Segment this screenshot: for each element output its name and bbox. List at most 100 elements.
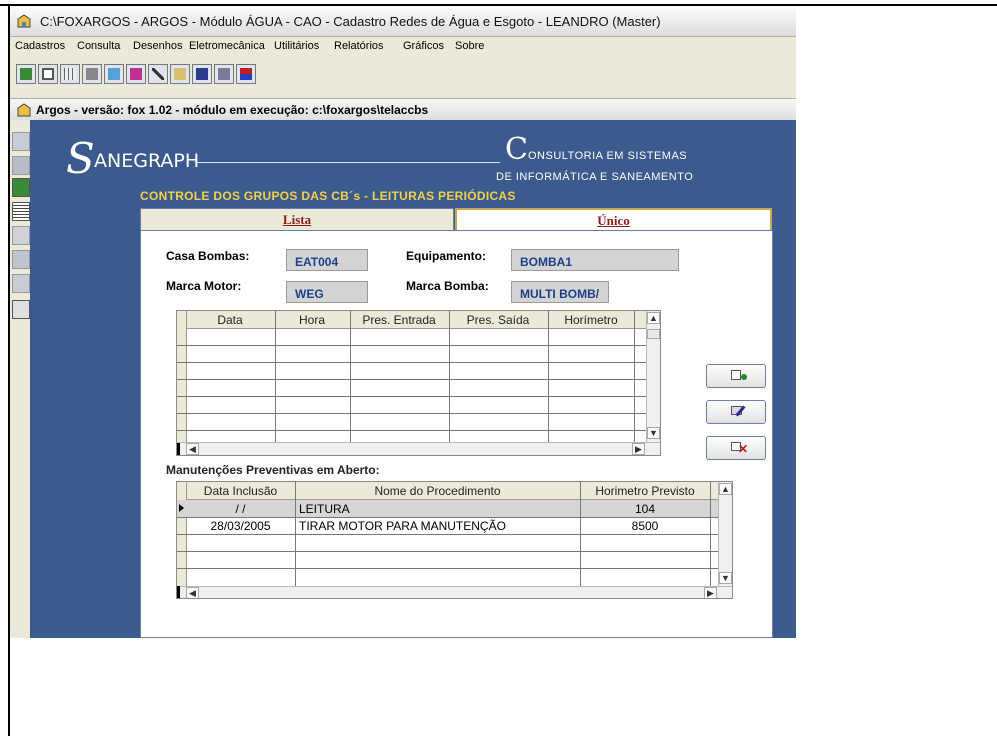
new-record-icon[interactable] bbox=[12, 132, 30, 151]
col-hora: Hora bbox=[298, 313, 325, 327]
maintenance-vertical-scrollbar[interactable]: ▲ ▼ bbox=[718, 482, 732, 587]
maintenance-grid-header: Data Inclusão Nome do Procedimento Horim… bbox=[177, 482, 718, 500]
edit-icon bbox=[86, 68, 98, 80]
equipamento-field[interactable]: BOMBA1 bbox=[511, 249, 679, 271]
scroll-left-button[interactable]: ◀ bbox=[186, 587, 199, 598]
maint-row-1-date: / / bbox=[235, 502, 246, 516]
menu-bar: Cadastros Consulta Desenhos Eletromecâni… bbox=[10, 37, 796, 55]
col-pres-saida: Pres. Saída bbox=[466, 313, 530, 327]
menu-graficos[interactable]: Gráficos bbox=[403, 40, 444, 52]
toolbar-copy-button[interactable] bbox=[170, 64, 190, 84]
scroll-up-button[interactable]: ▲ bbox=[719, 483, 732, 495]
casa-bombas-field[interactable]: EAT004 bbox=[286, 249, 368, 271]
version-info: Argos - versão: fox 1.02 - módulo em exe… bbox=[36, 103, 429, 117]
menu-utilitarios[interactable]: Utilitários bbox=[274, 40, 319, 52]
disk-icon[interactable] bbox=[12, 156, 30, 175]
logo-letter-s: S bbox=[66, 134, 95, 183]
maint-row-1-hor: 104 bbox=[634, 502, 656, 516]
report-icon bbox=[218, 68, 230, 80]
exit-icon[interactable] bbox=[12, 178, 30, 197]
grid-record-marker bbox=[177, 443, 180, 455]
logo-divider bbox=[195, 162, 500, 163]
maint-row-2-hor: 8500 bbox=[631, 519, 659, 533]
maintenance-horizontal-scrollbar[interactable]: ◀ ▶ bbox=[177, 586, 732, 598]
col-nome-procedimento: Nome do Procedimento bbox=[374, 484, 501, 498]
scroll-left-button[interactable]: ◀ bbox=[186, 443, 199, 455]
window-title: C:\FOXARGOS - ARGOS - Módulo ÁGUA - CAO … bbox=[40, 14, 661, 29]
tab-unico[interactable]: Único bbox=[455, 208, 772, 230]
menu-eletromecanica[interactable]: Eletromecânica bbox=[189, 40, 265, 52]
toolbar-edit-button[interactable] bbox=[82, 64, 102, 84]
record-form: Casa Bombas: EAT004 Equipamento: BOMBA1 … bbox=[140, 230, 773, 638]
tab-lista[interactable]: Lista bbox=[140, 208, 454, 230]
marca-motor-label: Marca Motor: bbox=[166, 279, 242, 293]
print-icon[interactable] bbox=[12, 300, 30, 319]
maint-row-2-date: 28/03/2005 bbox=[210, 519, 271, 533]
side-toolbar bbox=[10, 120, 30, 638]
toolbar-save-button[interactable] bbox=[192, 64, 212, 84]
readings-horizontal-scrollbar[interactable]: ◀ ▶ bbox=[177, 442, 660, 455]
menu-consulta[interactable]: Consulta bbox=[77, 40, 120, 52]
form-icon bbox=[42, 68, 54, 80]
toolbar-form-button[interactable] bbox=[38, 64, 58, 84]
grid-row-line bbox=[177, 534, 718, 535]
copy-icon bbox=[174, 68, 186, 80]
grid-row-line bbox=[177, 362, 647, 363]
scroll-right-button[interactable]: ▶ bbox=[704, 587, 717, 598]
screen-icon bbox=[108, 68, 120, 80]
exit-icon bbox=[20, 68, 32, 80]
readings-vertical-scrollbar[interactable]: ▲ ▼ bbox=[646, 311, 660, 443]
grid-row-line bbox=[177, 568, 718, 569]
menu-cadastros[interactable]: Cadastros bbox=[15, 40, 65, 52]
col-data: Data bbox=[217, 313, 243, 327]
row-selector-column bbox=[177, 482, 187, 588]
logo-letter-c: C bbox=[505, 132, 528, 167]
menu-sobre[interactable]: Sobre bbox=[455, 40, 484, 52]
table-icon bbox=[64, 68, 76, 80]
toolbar-window-button[interactable] bbox=[126, 64, 146, 84]
toolbar-report-button[interactable] bbox=[214, 64, 234, 84]
edit-reading-button[interactable] bbox=[706, 400, 766, 424]
plus-badge-icon bbox=[741, 374, 747, 380]
toolbar-table-button[interactable] bbox=[60, 64, 80, 84]
app-window: C:\FOXARGOS - ARGOS - Módulo ÁGUA - CAO … bbox=[10, 6, 796, 638]
grid-row-line bbox=[177, 396, 647, 397]
approve-icon[interactable] bbox=[12, 274, 30, 293]
close-icon: ✕ bbox=[738, 442, 749, 456]
grid-record-marker bbox=[177, 586, 180, 598]
casa-bombas-label: Casa Bombas: bbox=[166, 249, 250, 263]
menu-relatorios[interactable]: Relatórios bbox=[334, 40, 384, 52]
col-horimetro-previsto: Horimetro Previsto bbox=[595, 484, 695, 498]
maintenance-grid[interactable]: Data Inclusão Nome do Procedimento Horim… bbox=[176, 481, 733, 599]
undo-icon[interactable] bbox=[12, 250, 30, 269]
readings-grid[interactable]: Data Hora Pres. Entrada Pres. Saída Horí… bbox=[176, 310, 661, 456]
scroll-thumb[interactable] bbox=[647, 329, 660, 339]
menu-desenhos[interactable]: Desenhos bbox=[133, 40, 183, 52]
toolbar-screen-button[interactable] bbox=[104, 64, 124, 84]
grid-line bbox=[548, 311, 549, 442]
scroll-down-button[interactable]: ▼ bbox=[719, 572, 732, 584]
app-icon bbox=[17, 14, 31, 28]
delete-icon[interactable] bbox=[12, 226, 30, 245]
marca-bomba-field[interactable]: MULTI BOMB/ bbox=[511, 281, 609, 303]
grid-row-line bbox=[177, 551, 718, 552]
scroll-right-button[interactable]: ▶ bbox=[632, 443, 645, 455]
toolbar bbox=[16, 62, 304, 90]
row-selector-column bbox=[177, 311, 187, 443]
title-bar[interactable]: C:\FOXARGOS - ARGOS - Módulo ÁGUA - CAO … bbox=[10, 6, 796, 37]
page-title: CONTROLE DOS GRUPOS DAS CB´s - LEITURAS … bbox=[140, 189, 516, 203]
toolbar-tools-button[interactable] bbox=[148, 64, 168, 84]
delete-reading-button[interactable]: ✕ bbox=[706, 436, 766, 460]
add-record-icon bbox=[731, 370, 741, 380]
sort-icon bbox=[240, 68, 252, 80]
current-row-arrow-icon bbox=[179, 504, 184, 512]
toolbar-sort-button[interactable] bbox=[236, 64, 256, 84]
toolbar-exit-button[interactable] bbox=[16, 64, 36, 84]
save-icon bbox=[196, 68, 208, 80]
marca-motor-field[interactable]: WEG bbox=[286, 281, 368, 303]
scroll-up-button[interactable]: ▲ bbox=[647, 312, 660, 324]
list-icon[interactable] bbox=[12, 202, 30, 221]
grid-row-line bbox=[177, 345, 647, 346]
add-reading-button[interactable] bbox=[706, 364, 766, 388]
scroll-down-button[interactable]: ▼ bbox=[647, 427, 660, 439]
